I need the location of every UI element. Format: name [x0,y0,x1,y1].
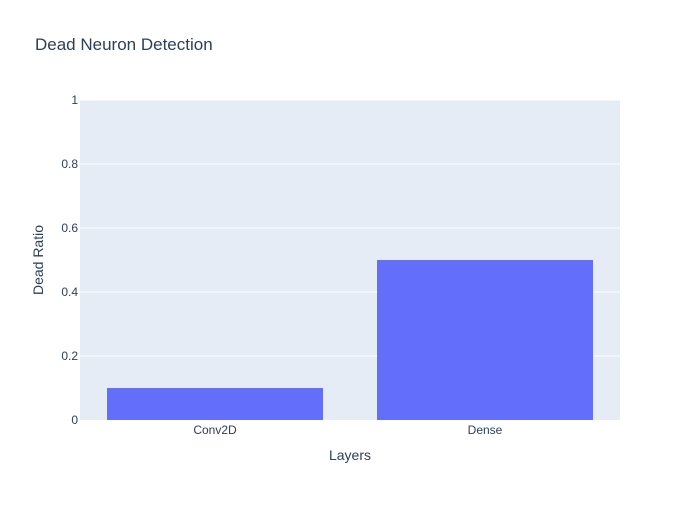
bar-chart: 0 0.2 0.4 0.6 0.8 1 Conv2D Dense Dead Neuron D… [0,0,700,500]
bar-conv2d[interactable] [107,388,323,420]
bar-dense[interactable] [377,260,593,420]
y-tick-label: 0.2 [61,349,78,363]
y-axis-title: Dead Ratio [30,225,46,295]
y-tick-label: 0.8 [61,157,78,171]
chart-container: 0 0.2 0.4 0.6 0.8 1 Conv2D Dense Dead Neuron D… [0,0,700,500]
x-tick-label: Conv2D [193,423,237,437]
y-tick-label: 0.4 [61,285,78,299]
x-tick-label: Dense [468,423,503,437]
chart-title: Dead Neuron Detection [35,35,213,54]
y-tick-label: 0.6 [61,221,78,235]
y-tick-label: 1 [71,93,78,107]
y-tick-label: 0 [71,413,78,427]
x-axis-title: Layers [329,447,371,463]
